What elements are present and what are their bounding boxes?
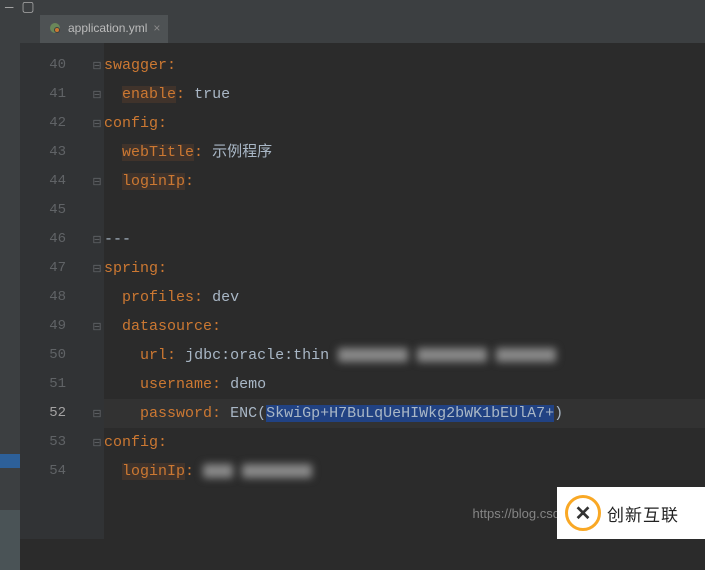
line-number: 44 xyxy=(20,167,90,196)
brand-text: 创新互联 xyxy=(607,501,679,526)
editor: 40 41 42 43 44 45 46 47 48 49 50 51 52 5… xyxy=(0,43,705,539)
code-line[interactable]: loginIp: xyxy=(104,457,705,486)
code-line[interactable]: webTitle: 示例程序 xyxy=(104,138,705,167)
tab-application-yml[interactable]: application.yml × xyxy=(40,15,168,43)
fold-end-icon[interactable]: ⊟ xyxy=(90,80,104,109)
line-number: 54 xyxy=(20,457,90,486)
fold-end-icon[interactable]: ⊟ xyxy=(90,399,104,428)
code-line[interactable]: config: xyxy=(104,109,705,138)
line-number-gutter: 40 41 42 43 44 45 46 47 48 49 50 51 52 5… xyxy=(20,43,90,539)
fold-icon[interactable]: ⊟ xyxy=(90,109,104,138)
close-icon[interactable]: × xyxy=(153,21,160,35)
yaml-file-icon xyxy=(48,21,62,35)
line-number: 49 xyxy=(20,312,90,341)
fold-icon[interactable]: ⊟ xyxy=(90,51,104,80)
left-gutter-strip xyxy=(0,43,20,539)
line-number: 50 xyxy=(20,341,90,370)
code-line[interactable]: url: jdbc:oracle:thin xyxy=(104,341,705,370)
code-area[interactable]: swagger: enable: true config: webTitle: … xyxy=(104,43,705,539)
line-number: 47 xyxy=(20,254,90,283)
fold-column: ⊟ ⊟ ⊟ ⊟ ⊟ ⊟ ⊟ ⊟ ⊟ xyxy=(90,43,104,539)
window-controls: — ▢ xyxy=(0,0,705,15)
line-number: 46 xyxy=(20,225,90,254)
line-number: 45 xyxy=(20,196,90,225)
fold-icon[interactable]: ⊟ xyxy=(90,225,104,254)
code-line[interactable]: --- xyxy=(104,225,705,254)
code-line[interactable]: config: xyxy=(104,428,705,457)
line-number: 52 xyxy=(20,399,90,428)
line-number: 43 xyxy=(20,138,90,167)
code-line-current[interactable]: password: ENC(SkwiGp+H7BuLqUeHIWkg2bWK1b… xyxy=(104,399,705,428)
code-line[interactable]: profiles: dev xyxy=(104,283,705,312)
redacted-text xyxy=(242,464,312,478)
line-number: 48 xyxy=(20,283,90,312)
redacted-text xyxy=(496,348,556,362)
fold-icon[interactable]: ⊟ xyxy=(90,428,104,457)
code-line[interactable]: loginIp: xyxy=(104,167,705,196)
vcs-marker xyxy=(0,454,20,468)
maximize-icon[interactable]: ▢ xyxy=(21,1,34,15)
minimize-icon[interactable]: — xyxy=(5,1,13,15)
redacted-text xyxy=(417,348,487,362)
watermark-url: https://blog.csd xyxy=(473,506,560,521)
code-line[interactable]: swagger: xyxy=(104,51,705,80)
redacted-text xyxy=(338,348,408,362)
selected-text: SkwiGp+H7BuLqUeHIWkg2bWK1bEUlA7+ xyxy=(266,405,554,422)
code-line[interactable]: datasource: xyxy=(104,312,705,341)
code-line[interactable] xyxy=(104,196,705,225)
redacted-text xyxy=(203,464,233,478)
fold-icon[interactable]: ⊟ xyxy=(90,254,104,283)
brand-watermark: ✕ 创新互联 xyxy=(557,487,705,539)
code-line[interactable]: username: demo xyxy=(104,370,705,399)
line-number: 42 xyxy=(20,109,90,138)
fold-icon[interactable]: ⊟ xyxy=(90,312,104,341)
line-number: 51 xyxy=(20,370,90,399)
code-line[interactable]: enable: true xyxy=(104,80,705,109)
fold-end-icon[interactable]: ⊟ xyxy=(90,167,104,196)
line-number: 41 xyxy=(20,80,90,109)
line-number: 40 xyxy=(20,51,90,80)
brand-icon: ✕ xyxy=(565,495,601,531)
line-number: 53 xyxy=(20,428,90,457)
code-line[interactable]: spring: xyxy=(104,254,705,283)
vcs-marker xyxy=(0,510,20,570)
tab-bar: application.yml × xyxy=(0,15,705,43)
tab-label: application.yml xyxy=(68,21,147,35)
